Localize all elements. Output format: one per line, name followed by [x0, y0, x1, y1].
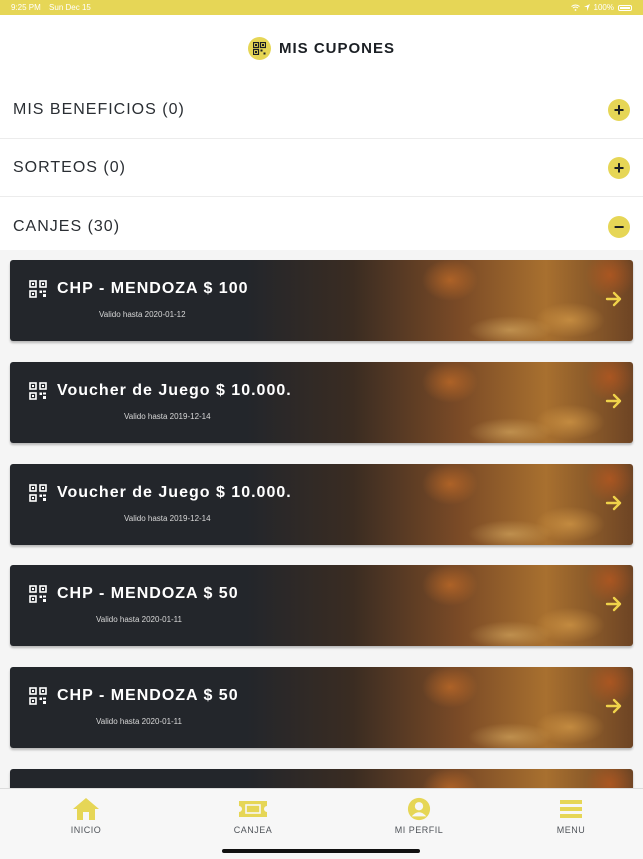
- tab-mi-perfil[interactable]: MI PERFIL: [359, 797, 479, 835]
- qr-code-icon: [29, 382, 47, 400]
- tab-label: MENU: [556, 825, 586, 835]
- coupon-card[interactable]: Voucher de Juego $ 10.000. Valido hasta …: [10, 362, 633, 443]
- user-icon: [407, 797, 431, 821]
- status-date: Sun Dec 15: [49, 3, 91, 12]
- section-sorteos[interactable]: SORTEOS (0) +: [0, 140, 643, 197]
- battery-text: 100%: [593, 3, 614, 12]
- expand-plus-icon[interactable]: +: [608, 99, 630, 121]
- coupon-card[interactable]: CHP - MENDOZA $ 100 Valido hasta 2020-01…: [10, 260, 633, 341]
- qr-code-icon: [29, 280, 47, 298]
- coupon-title: CHP - MENDOZA $ 100: [57, 280, 249, 297]
- tab-inicio[interactable]: INICIO: [26, 797, 146, 835]
- status-left: 9:25 PM Sun Dec 15: [11, 3, 97, 12]
- coupon-title: CHP - MENDOZA $ 50: [57, 585, 239, 602]
- arrow-right-icon[interactable]: [605, 290, 623, 308]
- qr-code-icon: [247, 37, 271, 60]
- location-icon: [583, 4, 590, 11]
- coupon-title: Voucher de Juego $ 10.000.: [57, 382, 292, 399]
- coupon-title: CHP - MENDOZA $ 50: [57, 687, 239, 704]
- page-header: MIS CUPONES: [0, 15, 643, 83]
- section-canjes[interactable]: CANJES (30) −: [0, 198, 643, 255]
- ticket-icon: [239, 801, 267, 817]
- status-bar: 9:25 PM Sun Dec 15 100%: [0, 0, 643, 15]
- arrow-right-icon[interactable]: [605, 392, 623, 410]
- coupon-card[interactable]: Voucher de Juego $ 10.000. Valido hasta …: [10, 464, 633, 545]
- qr-code-icon: [29, 484, 47, 502]
- tab-label: INICIO: [70, 825, 102, 835]
- collapse-minus-icon[interactable]: −: [608, 215, 630, 238]
- menu-icon: [560, 800, 582, 818]
- home-indicator[interactable]: [222, 849, 420, 853]
- battery-icon: [618, 4, 632, 11]
- coupon-card-partial[interactable]: [10, 769, 633, 788]
- tab-label: CANJEA: [233, 825, 273, 835]
- section-label: SORTEOS (0): [13, 159, 126, 176]
- expand-plus-icon[interactable]: +: [608, 157, 630, 179]
- coupon-title: Voucher de Juego $ 10.000.: [57, 484, 292, 501]
- page-title: MIS CUPONES: [278, 40, 395, 57]
- arrow-right-icon[interactable]: [605, 697, 623, 715]
- section-label: MIS BENEFICIOS (0): [13, 101, 185, 118]
- arrow-right-icon[interactable]: [605, 494, 623, 512]
- qr-code-icon: [29, 687, 47, 705]
- tab-canjea[interactable]: CANJEA: [193, 797, 313, 835]
- section-mis-beneficios[interactable]: MIS BENEFICIOS (0) +: [0, 82, 643, 139]
- status-right: 100%: [570, 3, 632, 12]
- coupon-validity: Valido hasta 2020-01-11: [96, 615, 182, 624]
- coupon-validity: Valido hasta 2020-01-12: [99, 310, 186, 319]
- coupon-card[interactable]: CHP - MENDOZA $ 50 Valido hasta 2020-01-…: [10, 565, 633, 646]
- coupon-card[interactable]: CHP - MENDOZA $ 50 Valido hasta 2020-01-…: [10, 667, 633, 748]
- coupon-validity: Valido hasta 2019-12-14: [124, 412, 211, 421]
- tab-label: MI PERFIL: [394, 825, 444, 835]
- coupon-list: CHP - MENDOZA $ 100 Valido hasta 2020-01…: [0, 250, 643, 788]
- home-icon: [73, 798, 99, 820]
- coupon-validity: Valido hasta 2020-01-11: [96, 717, 182, 726]
- status-time: 9:25 PM: [11, 3, 41, 12]
- arrow-right-icon[interactable]: [605, 595, 623, 613]
- section-label: CANJES (30): [13, 217, 121, 235]
- coupon-validity: Valido hasta 2019-12-14: [124, 514, 211, 523]
- wifi-icon: [570, 4, 580, 11]
- tab-menu[interactable]: MENU: [511, 797, 631, 835]
- qr-code-icon: [29, 585, 47, 603]
